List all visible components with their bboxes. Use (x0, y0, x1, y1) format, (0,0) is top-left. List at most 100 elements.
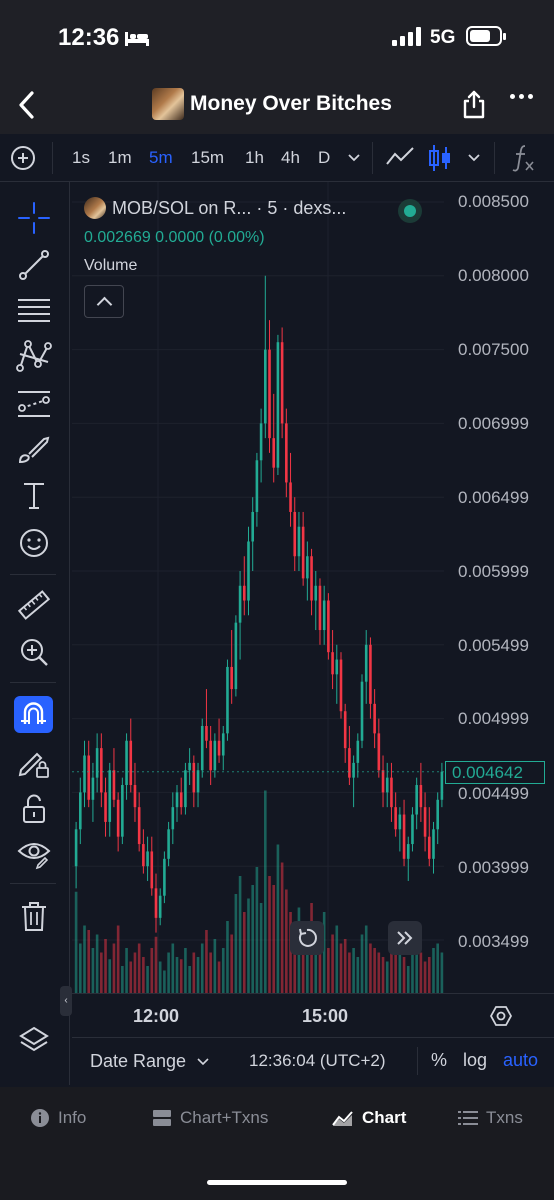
reset-chart-button[interactable] (290, 921, 324, 955)
tab-info[interactable]: Info (30, 1108, 86, 1128)
interval-1h[interactable]: 1h (245, 148, 264, 168)
object-tree-layers-icon[interactable] (16, 1023, 52, 1059)
volume-bar (369, 943, 372, 993)
volume-bar (348, 952, 351, 993)
volume-bar (142, 957, 145, 993)
volume-bar (360, 934, 364, 993)
candle-body (91, 777, 95, 800)
split-icon (153, 1110, 171, 1126)
candle-body (167, 829, 170, 859)
candle-body (398, 814, 402, 830)
candle-body (335, 659, 339, 675)
ruler-icon[interactable] (16, 587, 52, 623)
forecasting-tool-icon[interactable] (16, 386, 52, 422)
volume-bar (423, 961, 427, 993)
emoji-icon[interactable] (16, 525, 52, 561)
candle-body (83, 755, 86, 793)
candle-body (280, 342, 284, 424)
price-chart[interactable] (72, 182, 554, 1037)
volume-bar (171, 943, 175, 993)
interval-1m[interactable]: 1m (108, 148, 132, 168)
candle-body (192, 762, 196, 793)
volume-bar (196, 957, 200, 993)
candle-body (343, 711, 347, 749)
trash-icon[interactable] (16, 898, 52, 934)
volume-bar (87, 930, 91, 993)
interval-1d[interactable]: D (318, 148, 330, 168)
candle-body (381, 770, 385, 793)
ohlc-values: 0.002669 0.0000 (0.00%) (84, 229, 265, 246)
timezone-clock[interactable]: 12:36:04 (UTC+2) (249, 1051, 386, 1071)
candle-body (415, 785, 418, 815)
scroll-to-realtime-button[interactable] (388, 921, 422, 955)
network-type: 5G (430, 27, 456, 48)
more-options-icon[interactable] (510, 94, 533, 99)
line-chart-type-icon[interactable] (385, 142, 417, 172)
volume-bar (125, 948, 128, 993)
candle-body (217, 740, 221, 756)
candle-body (339, 659, 343, 712)
add-symbol-button[interactable] (11, 146, 35, 170)
price-axis-label: 0.004999 (458, 709, 529, 728)
tab-chart-txns[interactable]: Chart+Txns (152, 1108, 268, 1128)
toolbar-collapse-handle[interactable]: ‹ (60, 986, 72, 1016)
divider (417, 1047, 418, 1075)
trend-line-icon[interactable] (16, 247, 52, 283)
symbol-avatar (84, 197, 106, 219)
auto-scale-toggle[interactable]: auto (503, 1050, 538, 1071)
date-range-dropdown[interactable]: Date Range (90, 1051, 209, 1072)
pattern-tool-icon[interactable] (16, 338, 52, 374)
candle-body (314, 585, 318, 601)
volume-bar (272, 885, 276, 993)
tab-chart[interactable]: Chart (332, 1108, 406, 1128)
token-avatar (152, 88, 184, 120)
volume-bar (343, 939, 347, 993)
indicators-fx-icon[interactable] (510, 142, 536, 172)
reset-icon (298, 928, 317, 947)
interval-15m[interactable]: 15m (191, 148, 224, 168)
sleep-focus-icon (125, 32, 149, 46)
candle-body (209, 740, 212, 771)
volume-bar (440, 952, 444, 993)
candles-chart-type-icon[interactable] (428, 142, 452, 174)
interval-1s[interactable]: 1s (72, 148, 90, 168)
share-icon[interactable] (460, 88, 488, 120)
symbol-legend-title[interactable]: MOB/SOL on R... · 5 · dexs... (112, 198, 346, 219)
fib-retracement-icon[interactable] (16, 292, 52, 328)
volume-bar (163, 970, 166, 993)
price-axis-label: 0.006499 (458, 488, 529, 507)
volume-bar (112, 943, 116, 993)
lock-drawings-icon[interactable] (16, 744, 52, 780)
brush-icon[interactable] (16, 432, 52, 468)
unlock-icon[interactable] (16, 791, 52, 827)
collapse-legend-button[interactable] (84, 285, 124, 318)
candle-body (327, 600, 330, 653)
candle-body (230, 666, 233, 690)
volume-bar (247, 898, 250, 993)
chart-settings-icon[interactable] (490, 1005, 512, 1027)
candle-body (423, 807, 427, 837)
drawing-toolbar (0, 182, 70, 1085)
candle-body (116, 799, 120, 837)
interval-5m[interactable]: 5m (149, 148, 173, 168)
volume-bar (179, 959, 183, 993)
volume-bar (335, 925, 339, 993)
chart-type-chevron-icon[interactable] (467, 153, 481, 163)
percent-scale-toggle[interactable]: % (431, 1050, 447, 1071)
interval-4h[interactable]: 4h (281, 148, 300, 168)
tab-txns[interactable]: Txns (458, 1108, 523, 1128)
log-scale-toggle[interactable]: log (463, 1050, 487, 1071)
visibility-eye-icon[interactable] (16, 835, 52, 871)
crosshair-icon[interactable] (16, 200, 52, 236)
back-chevron-icon[interactable] (12, 88, 42, 122)
magnet-icon[interactable] (14, 696, 53, 733)
zoom-in-icon[interactable] (16, 634, 52, 670)
candle-body (100, 748, 103, 793)
candle-body (289, 482, 292, 512)
volume-bar (394, 952, 397, 993)
volume-bar (221, 948, 225, 993)
chevron-down-icon[interactable] (347, 153, 361, 163)
volume-bar (100, 952, 103, 993)
candle-body (411, 814, 414, 845)
text-tool-icon[interactable] (16, 478, 52, 514)
